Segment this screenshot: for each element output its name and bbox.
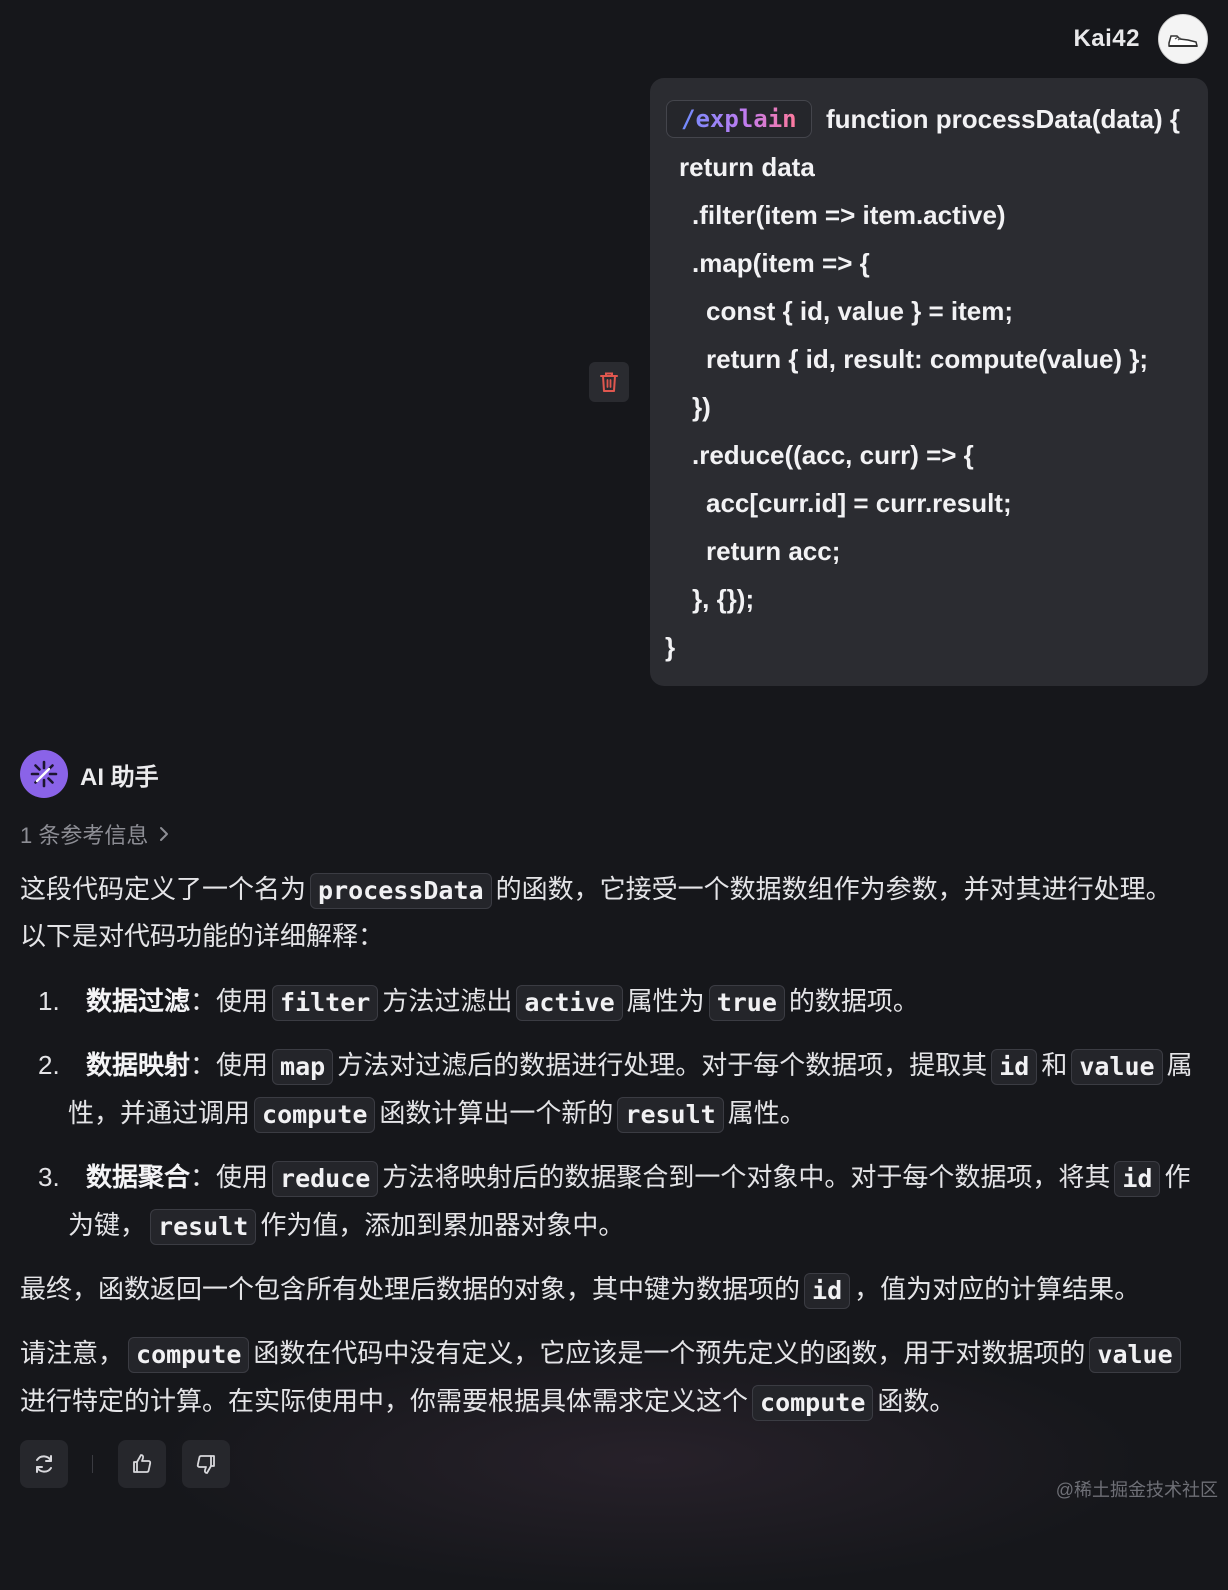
divider	[92, 1455, 93, 1473]
inline-code: id	[991, 1049, 1038, 1085]
code-line: return data	[679, 152, 815, 182]
trash-icon	[600, 372, 618, 392]
inline-code: result	[617, 1097, 724, 1133]
inline-code: true	[708, 985, 785, 1021]
note-line-1: 请注意， compute 函数在代码中没有定义，它应该是一个预先定义的函数，用于对数…	[20, 1337, 1185, 1373]
code-line: const { id, value } = item;	[706, 296, 1014, 326]
references-toggle[interactable]: 1 条参考信息	[20, 818, 170, 850]
watermark: @稀土掘金技术社区	[1055, 1480, 1218, 1500]
sparkle-icon	[20, 750, 68, 798]
inline-code: value	[1071, 1049, 1163, 1085]
like-button[interactable]	[118, 1440, 166, 1488]
inline-code: filter	[272, 985, 379, 1021]
user-message-bubble: /explain function processData(data) { re…	[650, 78, 1208, 686]
list-item-continuation: 为键， result 作为值，添加到累加器对象中。	[68, 1209, 624, 1245]
inline-code: id	[804, 1273, 851, 1309]
code-line: function processData(data) {	[826, 104, 1180, 134]
code-line: }, {});	[692, 584, 755, 614]
thumbs-up-icon	[133, 1454, 152, 1473]
inline-code: map	[272, 1049, 334, 1085]
assistant-name: AI 助手	[80, 763, 159, 791]
inline-code: result	[150, 1209, 257, 1245]
inline-code: processData	[310, 873, 492, 909]
code-line: .reduce((acc, curr) => {	[692, 440, 974, 470]
regenerate-button[interactable]	[20, 1440, 68, 1488]
inline-code: compute	[752, 1385, 874, 1421]
delete-message-button[interactable]	[589, 362, 629, 402]
code-line: .map(item => {	[692, 248, 870, 278]
inline-code: active	[516, 985, 623, 1021]
inline-code: compute	[254, 1097, 376, 1133]
chevron-right-icon	[160, 827, 169, 841]
refresh-icon	[36, 1455, 52, 1473]
code-line: })	[692, 392, 711, 422]
summary-paragraph: 最终，函数返回一个包含所有处理后数据的对象，其中键为数据项的 id ，值为对应的计算…	[20, 1273, 1140, 1309]
code-line: .filter(item => item.active)	[692, 200, 1006, 230]
thumbs-down-icon	[196, 1455, 215, 1474]
list-item-continuation: 性，并通过调用 compute 函数计算出一个新的 result 属性。	[68, 1097, 806, 1133]
sneaker-avatar-icon[interactable]	[1158, 14, 1208, 64]
inline-code: id	[1114, 1161, 1161, 1197]
dislike-button[interactable]	[182, 1440, 230, 1488]
list-item: 2. 数据映射：使用 map 方法对过滤后的数据进行处理。对于每个数据项，提取其 id 和…	[38, 1049, 1193, 1085]
assistant-header: AI 助手	[20, 750, 159, 798]
list-item: 3. 数据聚合：使用 reduce 方法将映射后的数据聚合到一个对象中。对于每个数据项…	[38, 1161, 1190, 1197]
list-item: 1. 数据过滤：使用 filter 方法过滤出 active 属性为 true 的数据项。	[38, 985, 919, 1021]
inline-code: compute	[128, 1337, 250, 1373]
references-label: 1 条参考信息	[20, 823, 149, 848]
intro-line-2: 以下是对代码功能的详细解释：	[20, 921, 385, 951]
note-line-2: 进行特定的计算。在实际使用中，你需要根据具体需求定义这个 compute 函数。	[20, 1385, 955, 1421]
username: Kai42	[1073, 25, 1140, 52]
intro-line-1: 这段代码定义了一个名为 processData 的函数，它接受一个数据数组作为参数，…	[20, 873, 1172, 909]
user-header: Kai42	[1073, 14, 1208, 64]
code-line: return acc;	[706, 536, 841, 566]
inline-code: value	[1089, 1337, 1181, 1373]
inline-code: reduce	[272, 1161, 379, 1197]
code-line: return { id, result: compute(value) };	[706, 344, 1149, 374]
code-line: acc[curr.id] = curr.result;	[706, 488, 1012, 518]
code-line: }	[665, 632, 676, 662]
command-tag: /explain	[666, 100, 812, 138]
